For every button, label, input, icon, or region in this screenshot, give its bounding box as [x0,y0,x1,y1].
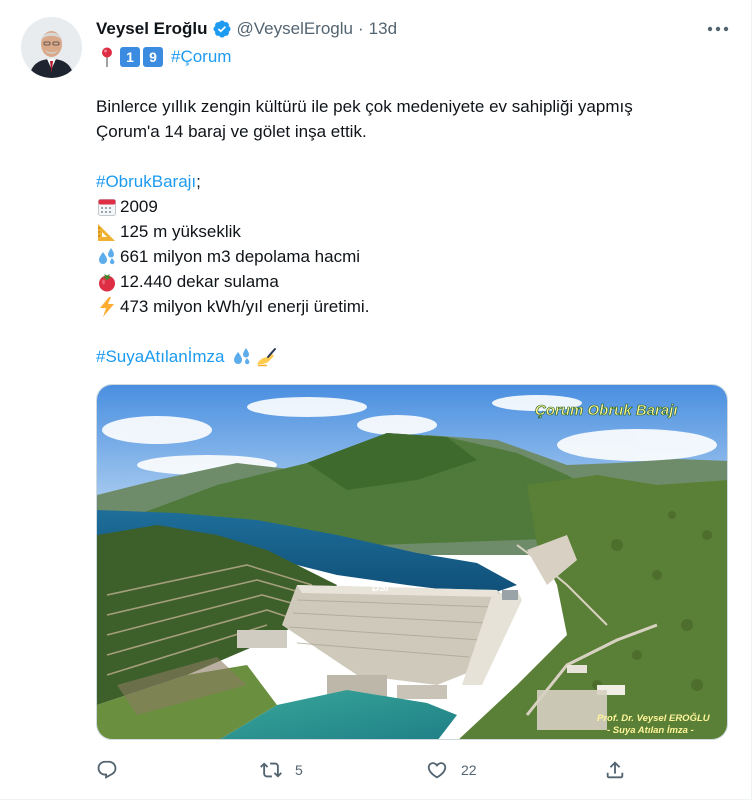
hashtag-suyaatilanimza-link[interactable]: #SuyaAtılanİmza [96,344,225,369]
tweet-actions-bar: 5 22 [96,756,636,784]
intro-line-2: Çorum'a 14 baraj ve gölet inşa ettik. [96,122,367,141]
more-options-button[interactable] [704,17,732,41]
heart-icon [427,762,447,779]
tweet-card[interactable]: Veysel Eroğlu @VeyselEroglu · 13d 1 9 #Ç… [0,0,752,800]
verified-badge-icon [212,19,232,39]
sweat-droplets-icon [96,246,118,268]
year-text: 2009 [120,197,158,216]
media-title-overlay: Çorum Obruk Barajı [535,402,678,419]
share-icon [606,761,624,779]
author-handle[interactable]: @VeyselEroglu [237,19,354,39]
dam-face-lettering: DSI [372,583,389,594]
location-line: 1 9 #Çorum [96,45,231,69]
tomato-icon [96,271,118,293]
hashtag-obrukbaraji-link[interactable]: #ObrukBarajı [96,169,196,194]
more-horizontal-icon [707,26,729,32]
retweet-icon [260,762,282,778]
energy-line: 473 milyon kWh/yıl enerji üretimi. [96,294,716,319]
like-button[interactable]: 22 [426,756,477,784]
retweet-count: 5 [295,762,303,778]
high-voltage-icon [96,296,118,318]
writing-hand-icon [255,346,277,368]
keycap-one: 1 [120,47,140,67]
author-name[interactable]: Veysel Eroğlu [96,19,208,39]
round-pushpin-icon [96,46,118,68]
media-credit-line-1: Prof. Dr. Veysel EROĞLU [597,712,711,724]
storage-text: 661 milyon m3 depolama hacmi [120,247,361,266]
avatar-portrait [21,17,82,78]
sweat-droplets-icon [231,346,253,368]
dam-hashtag-line: #ObrukBarajı ; [96,169,716,194]
media-credit-line-2: - Suya Atılan İmza - [607,725,694,736]
like-count: 22 [461,762,477,778]
triangular-ruler-icon [96,221,118,243]
hashtag-suffix: ; [196,172,201,191]
retweet-button[interactable]: 5 [260,756,303,784]
irrigation-text: 12.440 dekar sulama [120,272,279,291]
tweet-text: Binlerce yıllık zengin kültürü ile pek ç… [96,94,716,369]
height-text: 125 m yükseklik [120,222,241,241]
storage-line: 661 milyon m3 depolama hacmi [96,244,716,269]
tweet-timestamp[interactable]: 13d [369,19,397,39]
separator-dot: · [358,19,364,38]
keycap-nine: 9 [143,47,163,67]
intro-line-1: Binlerce yıllık zengin kültürü ile pek ç… [96,97,633,116]
tweet-header: Veysel Eroğlu @VeyselEroglu · 13d [96,16,397,42]
reply-icon [97,760,117,779]
year-line: 2009 [96,194,716,219]
dam-landscape-photo: DSI Çorum Obruk Barajı Prof. Dr. Veysel … [97,385,727,739]
calendar-icon [96,196,118,218]
hashtag-corum-link[interactable]: #Çorum [171,47,231,67]
signature-hashtag-line: #SuyaAtılanİmza [96,344,716,369]
reply-button[interactable] [96,756,131,784]
irrigation-line: 12.440 dekar sulama [96,269,716,294]
energy-text: 473 milyon kWh/yıl enerji üretimi. [120,297,370,316]
height-line: 125 m yükseklik [96,219,716,244]
share-button[interactable] [604,756,626,784]
tweet-media-image[interactable]: DSI Çorum Obruk Barajı Prof. Dr. Veysel … [96,384,728,740]
avatar[interactable] [21,17,82,78]
